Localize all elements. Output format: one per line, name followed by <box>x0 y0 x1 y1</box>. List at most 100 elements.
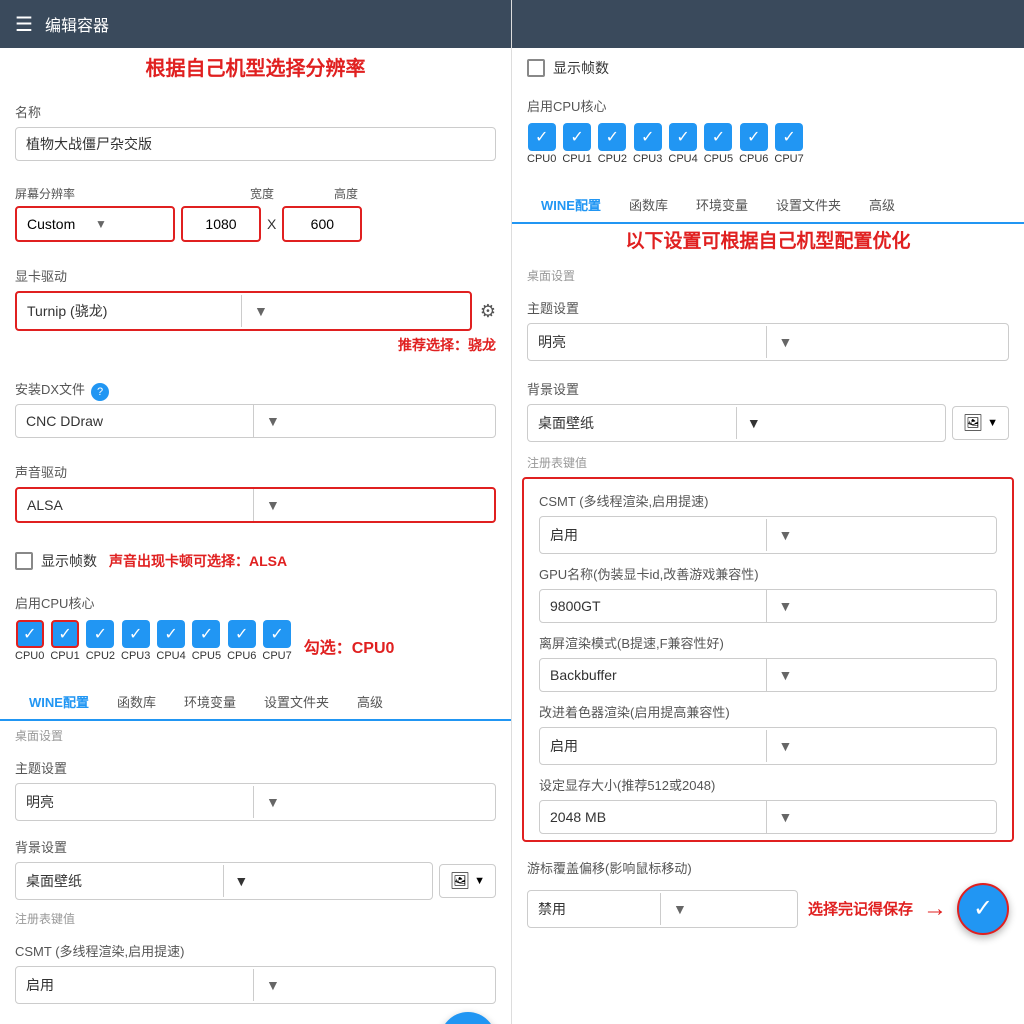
left-csmt-value: 启用 <box>16 967 253 1003</box>
right-colorizer-label: 改进着色器渲染(启用提高兼容性) <box>539 702 997 721</box>
tab-env-vars[interactable]: 环境变量 <box>170 684 250 719</box>
width-input[interactable] <box>181 206 261 242</box>
gpu-gear-button[interactable]: ⚙ <box>480 301 496 322</box>
right-tab-wine-config[interactable]: WINE配置 <box>527 187 615 224</box>
resolution-dropdown[interactable]: Custom ▼ <box>15 206 175 242</box>
right-cpu5-checkbox[interactable]: ✓ <box>704 123 732 151</box>
right-bg-dropdown[interactable]: 桌面壁纸 ▼ <box>527 404 946 442</box>
left-bg-dropdown[interactable]: 桌面壁纸 ▼ <box>15 862 433 900</box>
gpu-section: 显卡驱动 Turnip (骁龙) ▼ ⚙ 推荐选择：骁龙 <box>0 254 511 367</box>
fps-checkbox-row: 显示帧数 <box>15 551 97 571</box>
gpu-dropdown[interactable]: Turnip (骁龙) ▼ <box>15 291 472 331</box>
tab-wine-config[interactable]: WINE配置 <box>15 684 103 721</box>
dx-dropdown[interactable]: CNC DDraw ▼ <box>15 404 496 438</box>
right-cursor-dropdown[interactable]: 禁用 ▼ <box>527 890 798 928</box>
fps-checkbox[interactable] <box>15 552 33 570</box>
right-header <box>512 0 1024 48</box>
gpu-value: Turnip (骁龙) <box>17 293 241 329</box>
left-save-button[interactable]: ✓ <box>440 1012 496 1024</box>
fps-label: 显示帧数 <box>41 551 97 571</box>
x-separator: X <box>267 216 276 232</box>
right-cpu3-label: CPU3 <box>633 153 662 165</box>
help-icon[interactable]: ? <box>91 383 109 401</box>
cpu1-checkbox[interactable]: ✓ <box>51 620 79 648</box>
right-csmt-dropdown[interactable]: 启用 ▼ <box>539 516 997 554</box>
right-cpu-item-4: ✓ CPU4 <box>668 123 697 165</box>
name-section: 名称 <box>0 90 511 173</box>
tab-functions[interactable]: 函数库 <box>103 684 170 719</box>
right-vram-dropdown[interactable]: 2048 MB ▼ <box>539 800 997 834</box>
right-cpu-item-2: ✓ CPU2 <box>598 123 627 165</box>
left-bottom: ✓ <box>0 1008 511 1024</box>
cpu6-checkbox[interactable]: ✓ <box>228 620 256 648</box>
left-csmt-label: CSMT (多线程渲染,启用提速) <box>15 941 496 960</box>
cpu2-checkbox[interactable]: ✓ <box>86 620 114 648</box>
right-bg-image-button[interactable]: 🖼 ▼ <box>952 406 1009 440</box>
left-csmt-dropdown[interactable]: 启用 ▼ <box>15 966 496 1004</box>
cpu-item-3: ✓ CPU3 <box>121 620 150 662</box>
left-bg-image-button[interactable]: 🖼 ▼ <box>439 864 496 898</box>
right-offscreen-dropdown[interactable]: Backbuffer ▼ <box>539 658 997 692</box>
cpu3-checkbox[interactable]: ✓ <box>122 620 150 648</box>
right-fps-checkbox[interactable] <box>527 59 545 77</box>
right-cpu1-checkbox[interactable]: ✓ <box>563 123 591 151</box>
right-cpu0-checkbox[interactable]: ✓ <box>528 123 556 151</box>
right-tab-env-vars[interactable]: 环境变量 <box>682 187 762 222</box>
cpu4-checkbox[interactable]: ✓ <box>157 620 185 648</box>
right-cpu-item-0: ✓ CPU0 <box>527 123 556 165</box>
cpu-item-4: ✓ CPU4 <box>156 620 185 662</box>
resolution-value: Custom <box>27 216 95 232</box>
right-cpu6-checkbox[interactable]: ✓ <box>740 123 768 151</box>
height-input[interactable] <box>282 206 362 242</box>
left-bg-row: 桌面壁纸 ▼ 🖼 ▼ <box>15 862 496 900</box>
right-tab-advanced[interactable]: 高级 <box>855 187 909 222</box>
cpu-item-1: ✓ CPU1 <box>50 620 79 662</box>
right-cpu-grid: ✓ CPU0 ✓ CPU1 ✓ CPU2 ✓ CPU3 ✓ CPU4 ✓ CPU… <box>527 123 1009 165</box>
left-theme-dropdown[interactable]: 明亮 ▼ <box>15 783 496 821</box>
cpu7-checkbox[interactable]: ✓ <box>263 620 291 648</box>
right-colorizer-dropdown[interactable]: 启用 ▼ <box>539 727 997 765</box>
cpu0-checkbox[interactable]: ✓ <box>16 620 44 648</box>
right-cpu-section: 启用CPU核心 ✓ CPU0 ✓ CPU1 ✓ CPU2 ✓ CPU3 ✓ CP… <box>512 84 1024 177</box>
cpu5-label: CPU5 <box>192 650 221 662</box>
right-save-button[interactable]: ✓ <box>957 883 1009 935</box>
dx-section: 安装DX文件 ? CNC DDraw ▼ <box>0 367 511 450</box>
right-cpu-item-6: ✓ CPU6 <box>739 123 768 165</box>
name-input[interactable] <box>15 127 496 161</box>
tab-advanced[interactable]: 高级 <box>343 684 397 719</box>
left-panel: ☰ 编辑容器 根据自己机型选择分辨率 名称 屏幕分辨率 宽度 高度 Custom… <box>0 0 512 1024</box>
right-cpu-label: 启用CPU核心 <box>527 96 1009 115</box>
right-tab-functions[interactable]: 函数库 <box>615 187 682 222</box>
right-bg-value: 桌面壁纸 <box>528 405 736 441</box>
cpu-item-5: ✓ CPU5 <box>192 620 221 662</box>
menu-icon[interactable]: ☰ <box>15 12 33 37</box>
right-cursor-section: 游标覆盖偏移(影响鼠标移动) 禁用 ▼ 选择完记得保存 → ✓ <box>512 846 1024 939</box>
right-vram-value: 2048 MB <box>540 801 766 833</box>
right-cursor-value: 禁用 <box>528 891 660 927</box>
right-cpu5-label: CPU5 <box>704 153 733 165</box>
cpu0-label: CPU0 <box>15 650 44 662</box>
right-gpu-name-dropdown[interactable]: 9800GT ▼ <box>539 589 997 623</box>
audio-dropdown[interactable]: ALSA ▼ <box>15 487 496 523</box>
right-colorizer-chevron-icon: ▼ <box>766 730 997 762</box>
right-theme-section: 主题设置 明亮 ▼ <box>512 286 1024 367</box>
right-theme-label: 主题设置 <box>527 298 1009 317</box>
cpu5-checkbox[interactable]: ✓ <box>192 620 220 648</box>
right-save-annotation: 选择完记得保存 <box>808 898 913 919</box>
dx-value: CNC DDraw <box>16 405 253 437</box>
right-theme-dropdown[interactable]: 明亮 ▼ <box>527 323 1009 361</box>
cpu1-label: CPU1 <box>50 650 79 662</box>
right-cpu7-checkbox[interactable]: ✓ <box>775 123 803 151</box>
right-tab-settings-folder[interactable]: 设置文件夹 <box>762 187 855 222</box>
right-cpu4-checkbox[interactable]: ✓ <box>669 123 697 151</box>
left-theme-chevron-icon: ▼ <box>253 786 495 818</box>
tab-settings-folder[interactable]: 设置文件夹 <box>250 684 343 719</box>
right-cpu2-checkbox[interactable]: ✓ <box>598 123 626 151</box>
cpu-section: 启用CPU核心 ✓ CPU0 ✓ CPU1 ✓ CPU2 ✓ CPU3 <box>0 581 511 674</box>
right-cpu3-checkbox[interactable]: ✓ <box>634 123 662 151</box>
right-cpu0-label: CPU0 <box>527 153 556 165</box>
right-theme-value: 明亮 <box>528 324 766 360</box>
width-label: 宽度 <box>250 185 274 202</box>
right-fps-label: 显示帧数 <box>553 58 609 78</box>
right-bg-row: 桌面壁纸 ▼ 🖼 ▼ <box>527 404 1009 442</box>
